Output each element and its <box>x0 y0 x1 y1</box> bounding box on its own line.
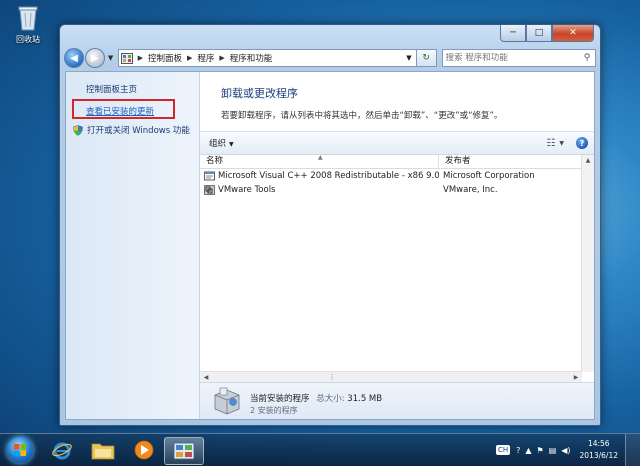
flag-icon[interactable]: ⚑ <box>537 446 544 455</box>
programs-box-icon <box>214 387 240 415</box>
address-bar[interactable]: ▶ 控制面板 ▶ 程序 ▶ 程序和功能 ▼ <box>117 49 417 67</box>
content-area: 控制面板主页 查看已安装的更新 打开或关闭 Windows 功能 卸载或更改程序… <box>65 71 595 420</box>
language-indicator[interactable]: CH <box>495 445 511 455</box>
clock[interactable]: 14:56 2013/6/12 <box>580 438 618 462</box>
program-name-cell: Microsoft Visual C++ 2008 Redistributabl… <box>200 171 439 181</box>
folder-icon <box>91 443 115 460</box>
taskbar-windows-explorer[interactable] <box>84 437 122 463</box>
search-input[interactable] <box>442 53 580 63</box>
column-header-name[interactable]: ▲ 名称 <box>200 154 439 168</box>
vertical-scrollbar[interactable]: ▲ <box>581 155 594 372</box>
back-arrow-icon: ◀ <box>70 52 78 64</box>
maximize-button[interactable]: □ <box>526 25 552 42</box>
sort-ascending-icon: ▲ <box>318 154 323 161</box>
program-row[interactable]: VMware Tools VMware, Inc. <box>200 183 582 197</box>
program-publisher: Microsoft Corporation <box>443 171 535 181</box>
back-button[interactable]: ◀ <box>64 48 84 68</box>
column-header-name-label: 名称 <box>206 156 224 166</box>
breadcrumb-programs[interactable]: 程序 <box>197 52 214 64</box>
show-desktop-button[interactable] <box>625 434 640 466</box>
program-row[interactable]: Microsoft Visual C++ 2008 Redistributabl… <box>200 169 582 183</box>
minimize-button[interactable]: ─ <box>500 25 526 42</box>
scroll-up-arrow-icon[interactable]: ▲ <box>582 155 594 167</box>
taskbar-control-panel[interactable] <box>164 437 204 465</box>
program-publisher: VMware, Inc. <box>443 185 498 195</box>
recycle-bin-icon <box>18 6 38 31</box>
refresh-icon: ↻ <box>422 53 430 63</box>
control-panel-icon <box>120 52 133 64</box>
help-icon[interactable]: ? <box>576 137 588 149</box>
windows-features-link[interactable]: 打开或关闭 Windows 功能 <box>73 124 190 136</box>
program-name: VMware Tools <box>218 185 276 195</box>
installed-count: 2 安装的程序 <box>250 406 298 415</box>
windows-logo-icon <box>7 437 33 463</box>
chevron-down-icon: ▼ <box>107 54 114 62</box>
vmware-icon <box>204 185 215 195</box>
navigation-bar: ◀ ▶ ▼ ▶ 控制面板 ▶ 程序 ▶ 程序和功能 ▼ ↻ ⚲ <box>64 47 597 69</box>
scroll-left-arrow-icon[interactable]: ◀ <box>200 374 212 381</box>
refresh-button[interactable]: ↻ <box>416 49 437 67</box>
breadcrumb-separator-icon[interactable]: ▶ <box>187 54 192 62</box>
details-pane: 当前安装的程序 总大小: 31.5 MB 2 安装的程序 <box>200 382 594 419</box>
windows-features-label: 打开或关闭 Windows 功能 <box>87 126 190 136</box>
command-bar-right: ☷ ▼ ? <box>546 137 588 149</box>
column-header-publisher-label: 发布者 <box>445 156 471 166</box>
breadcrumb-control-panel[interactable]: 控制面板 <box>148 52 182 64</box>
start-button[interactable] <box>2 434 38 466</box>
program-list: Microsoft Visual C++ 2008 Redistributabl… <box>200 169 582 197</box>
view-installed-updates-link[interactable]: 查看已安装的更新 <box>86 105 154 117</box>
control-panel-icon <box>173 442 195 460</box>
task-pane: 控制面板主页 查看已安装的更新 打开或关闭 Windows 功能 <box>66 72 200 419</box>
breadcrumb-separator-icon[interactable]: ▶ <box>219 54 224 62</box>
view-options-icon[interactable]: ☷ <box>546 138 555 149</box>
installer-icon <box>204 171 215 181</box>
forward-arrow-icon: ▶ <box>90 52 99 64</box>
breadcrumb-separator-icon[interactable]: ▶ <box>138 54 143 62</box>
column-headers: ▲ 名称 发布者 <box>200 154 582 169</box>
total-size-label: 总大小: <box>316 394 345 404</box>
search-icon[interactable]: ⚲ <box>579 53 595 63</box>
scroll-right-arrow-icon[interactable]: ▶ <box>570 374 582 381</box>
column-header-publisher[interactable]: 发布者 <box>439 155 582 168</box>
view-dropdown-icon[interactable]: ▼ <box>559 140 564 147</box>
network-icon[interactable]: ▤ <box>549 446 557 455</box>
organize-menu-button[interactable]: 组织 ▼ <box>209 137 234 149</box>
media-player-icon <box>134 440 154 460</box>
show-hidden-icons-icon[interactable]: ▲ <box>525 446 531 455</box>
main-pane: 卸载或更改程序 若要卸载程序，请从列表中将其选中，然后单击“卸载”、“更改”或“… <box>200 72 594 419</box>
recent-pages-dropdown[interactable]: ▼ <box>106 54 116 62</box>
taskbar-media-player[interactable] <box>125 437 163 463</box>
scroll-grip-icon[interactable]: ⋮ <box>328 374 336 381</box>
program-name-cell: VMware Tools <box>200 185 439 195</box>
system-tray: CH ? ▲ ⚑ ▤ ◀) 14:56 2013/6/12 <box>495 434 618 466</box>
clock-time: 14:56 <box>587 439 610 448</box>
recycle-bin-label: 回收站 <box>16 35 40 44</box>
command-bar: 组织 ▼ ☷ ▼ ? <box>200 131 594 155</box>
taskbar: CH ? ▲ ⚑ ▤ ◀) 14:56 2013/6/12 <box>0 433 640 466</box>
installed-summary: 当前安装的程序 总大小: 31.5 MB <box>250 392 382 404</box>
internet-explorer-icon <box>52 442 72 460</box>
help-tray-icon[interactable]: ? <box>516 446 520 455</box>
control-panel-home-link[interactable]: 控制面板主页 <box>86 83 137 95</box>
programs-and-features-window: ─ □ ✕ ◀ ▶ ▼ ▶ 控制面板 ▶ 程序 ▶ 程序和功能 ▼ ↻ ⚲ 控制… <box>59 24 601 426</box>
taskbar-internet-explorer[interactable] <box>43 437 81 463</box>
chevron-down-icon: ▼ <box>229 141 234 148</box>
page-description: 若要卸载程序，请从列表中将其选中，然后单击“卸载”、“更改”或“修复”。 <box>221 111 503 121</box>
caption-buttons: ─ □ ✕ <box>500 25 594 42</box>
total-size-value: 31.5 MB <box>347 394 383 404</box>
forward-button[interactable]: ▶ <box>84 48 105 68</box>
breadcrumb-programs-and-features[interactable]: 程序和功能 <box>230 52 273 64</box>
organize-label: 组织 <box>209 139 227 149</box>
program-name: Microsoft Visual C++ 2008 Redistributabl… <box>218 171 439 181</box>
volume-icon[interactable]: ◀) <box>561 446 570 455</box>
installed-programs-label: 当前安装的程序 <box>250 394 310 404</box>
recycle-bin-desktop-icon[interactable]: 回收站 <box>8 4 48 45</box>
uac-shield-icon <box>73 124 83 136</box>
search-box[interactable]: ⚲ <box>441 49 597 67</box>
page-title: 卸载或更改程序 <box>221 87 298 100</box>
clock-date: 2013/6/12 <box>579 451 618 460</box>
address-dropdown-icon[interactable]: ▼ <box>402 54 415 62</box>
close-button[interactable]: ✕ <box>552 25 594 42</box>
